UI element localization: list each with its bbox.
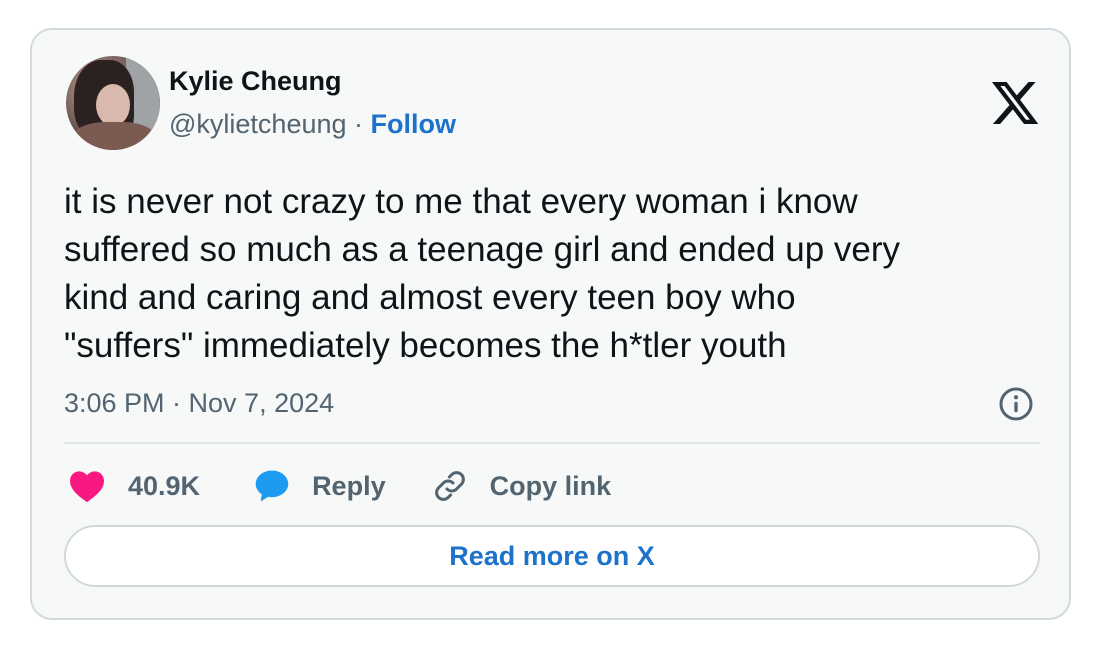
tweet-text-line: suffered so much as a teenage girl and e… [64, 230, 901, 269]
x-logo-icon[interactable] [992, 82, 1040, 126]
divider [64, 442, 1040, 444]
tweet-text-line: it is never not crazy to me that every w… [64, 182, 858, 221]
author-handle[interactable]: @kylietcheung [169, 109, 347, 139]
heart-icon [70, 471, 104, 503]
copy-link-label: Copy link [489, 470, 612, 501]
tweet-timestamp[interactable]: 3:06 PM · Nov 7, 2024 [64, 388, 334, 419]
copy-link-button[interactable]: Copy link [432, 468, 612, 504]
reply-label: Reply [312, 470, 386, 501]
avatar[interactable] [66, 56, 160, 150]
tweet-card: Kylie Cheung @kylietcheung · Follow it i… [30, 28, 1071, 620]
speech-bubble-icon [255, 470, 289, 502]
avatar-body [72, 122, 156, 150]
avatar-face [96, 84, 130, 126]
tweet-text-line: kind and caring and almost every teen bo… [64, 278, 796, 317]
tweet-text-line: "suffers" immediately becomes the h*tler… [64, 326, 787, 365]
like-count: 40.9K [128, 470, 201, 501]
info-icon[interactable] [998, 386, 1034, 422]
tweet-actions: 40.9K Reply Copy link [68, 466, 611, 506]
follow-button[interactable]: Follow [371, 109, 456, 139]
author-handle-row: @kylietcheung · Follow [169, 109, 456, 140]
reply-button[interactable]: Reply [254, 469, 386, 503]
tweet-text: it is never not crazy to me that every w… [64, 178, 1044, 370]
author-name[interactable]: Kylie Cheung [169, 66, 342, 97]
like-button[interactable]: 40.9K [68, 469, 200, 503]
link-icon [434, 471, 465, 501]
read-more-button[interactable]: Read more on X [64, 525, 1040, 587]
handle-separator: · [354, 109, 364, 139]
